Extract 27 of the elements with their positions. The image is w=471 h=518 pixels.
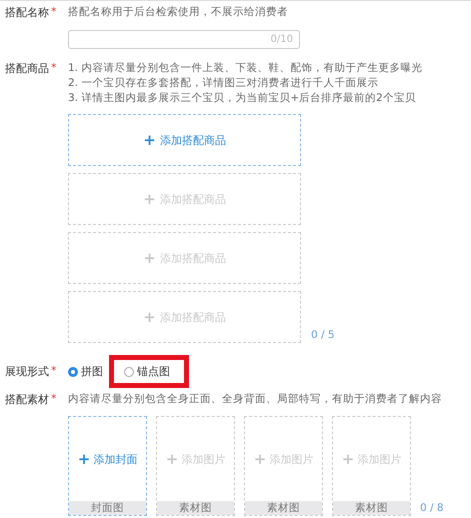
required-asterisk: *	[51, 392, 56, 407]
radio-icon[interactable]	[124, 366, 134, 376]
option-label: 锚点图	[137, 364, 170, 379]
radio-icon[interactable]	[68, 366, 78, 376]
radio-option[interactable]: 拼图	[63, 355, 108, 388]
tile-caption: 封面图	[69, 501, 146, 515]
note-text: 3. 详情主图内最多展示三个宝贝，为当前宝贝+后台排序最前的2个宝贝	[68, 91, 417, 106]
field-label: 展现形式	[5, 364, 49, 379]
input-field[interactable]: 0/10	[68, 30, 300, 49]
slot-counter: 0 / 5	[311, 329, 335, 341]
field-label: 搭配名称	[5, 5, 49, 20]
tile-caption: 素材图	[157, 501, 234, 515]
required-asterisk: *	[51, 364, 56, 379]
image-counter: 0 / 8	[420, 502, 444, 514]
hint-text: 搭配名称用于后台检索使用，不展示给消费者	[68, 5, 289, 20]
required-asterisk: *	[51, 61, 56, 76]
add-product-button[interactable]: + 添加搭配商品	[68, 114, 301, 166]
required-asterisk: *	[51, 5, 56, 20]
field-label: 搭配素材	[5, 392, 49, 407]
tile-caption: 素材图	[245, 501, 322, 515]
field-label: 搭配商品	[5, 61, 49, 76]
option-label: 拼图	[81, 364, 103, 379]
note-text: 2. 一个宝贝存在多套搭配，详情图三对消费者进行千人千面展示	[68, 76, 380, 91]
tile-caption: 素材图	[333, 501, 410, 515]
hint-text: 内容请尽量分别包含全身正面、全身背面、局部特写，有助于消费者了解内容	[68, 392, 443, 407]
char-counter: 0/10	[270, 34, 293, 45]
note-text: 1. 内容请尽量分别包含一件上装、下装、鞋、配饰，有助于产生更多曝光	[68, 61, 424, 76]
